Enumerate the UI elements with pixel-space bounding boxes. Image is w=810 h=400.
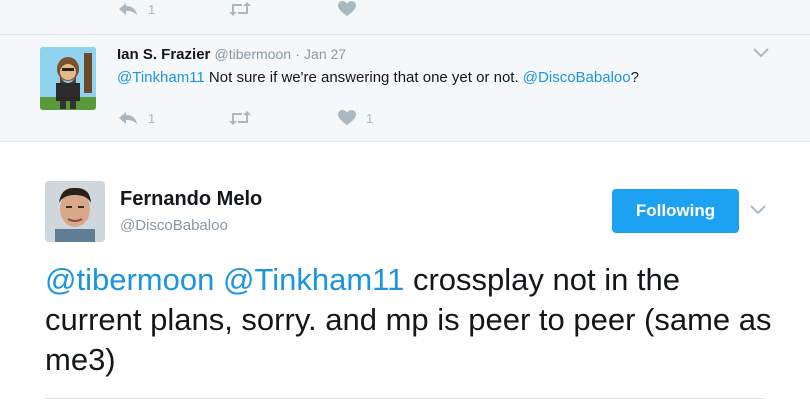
retweet-action[interactable] (228, 2, 338, 16)
reply-tweet-text: @Tinkham11 Not sure if we're answering t… (117, 69, 639, 86)
author-handle[interactable]: @tibermoon (215, 46, 291, 62)
heart-icon (338, 110, 356, 126)
reply-icon (118, 111, 138, 125)
avatar-icon (45, 181, 105, 242)
tweet-text: Not sure if we're answering that one yet… (204, 69, 523, 86)
separator: · (295, 46, 300, 62)
chevron-down-icon[interactable] (749, 203, 767, 215)
mention-link[interactable]: @Tinkham11 (117, 69, 205, 86)
author-handle[interactable]: @DiscoBabaloo (120, 217, 228, 234)
avatar[interactable] (45, 181, 105, 242)
heart-icon (338, 1, 356, 17)
tweet-divider (0, 34, 810, 35)
reply-tweet-actions: 1 1 (118, 108, 373, 128)
tweet-text-end: ? (630, 69, 639, 86)
previous-tweet-actions: 1 (118, 0, 356, 18)
reply-icon (118, 2, 138, 16)
reply-count: 1 (148, 110, 156, 126)
reply-action[interactable]: 1 (118, 111, 228, 126)
retweet-icon (228, 111, 252, 125)
like-action[interactable]: 1 (338, 110, 373, 126)
author-name[interactable]: Fernando Melo (120, 188, 262, 211)
chevron-down-icon[interactable] (752, 46, 770, 58)
bottom-divider (45, 398, 765, 399)
retweet-icon (228, 2, 252, 16)
mention-link[interactable]: @Tinkham11 (223, 262, 404, 297)
avatar[interactable] (40, 47, 96, 110)
retweet-action[interactable] (228, 111, 338, 125)
following-button[interactable]: Following (612, 189, 739, 233)
mention-link[interactable]: @tibermoon (45, 262, 214, 297)
like-count: 1 (366, 110, 374, 126)
tweet-date[interactable]: Jan 27 (304, 46, 346, 62)
author-name[interactable]: Ian S. Frazier (117, 46, 210, 63)
reply-tweet-header: Ian S. Frazier @tibermoon · Jan 27 (117, 46, 346, 63)
reply-action[interactable]: 1 (118, 2, 228, 17)
mention-link[interactable]: @DiscoBabaloo (523, 69, 631, 86)
reply-count: 1 (148, 1, 156, 17)
main-tweet-text: @tibermoon @Tinkham11 crossplay not in t… (45, 260, 785, 380)
avatar-icon (40, 47, 96, 110)
like-action[interactable] (338, 1, 356, 17)
